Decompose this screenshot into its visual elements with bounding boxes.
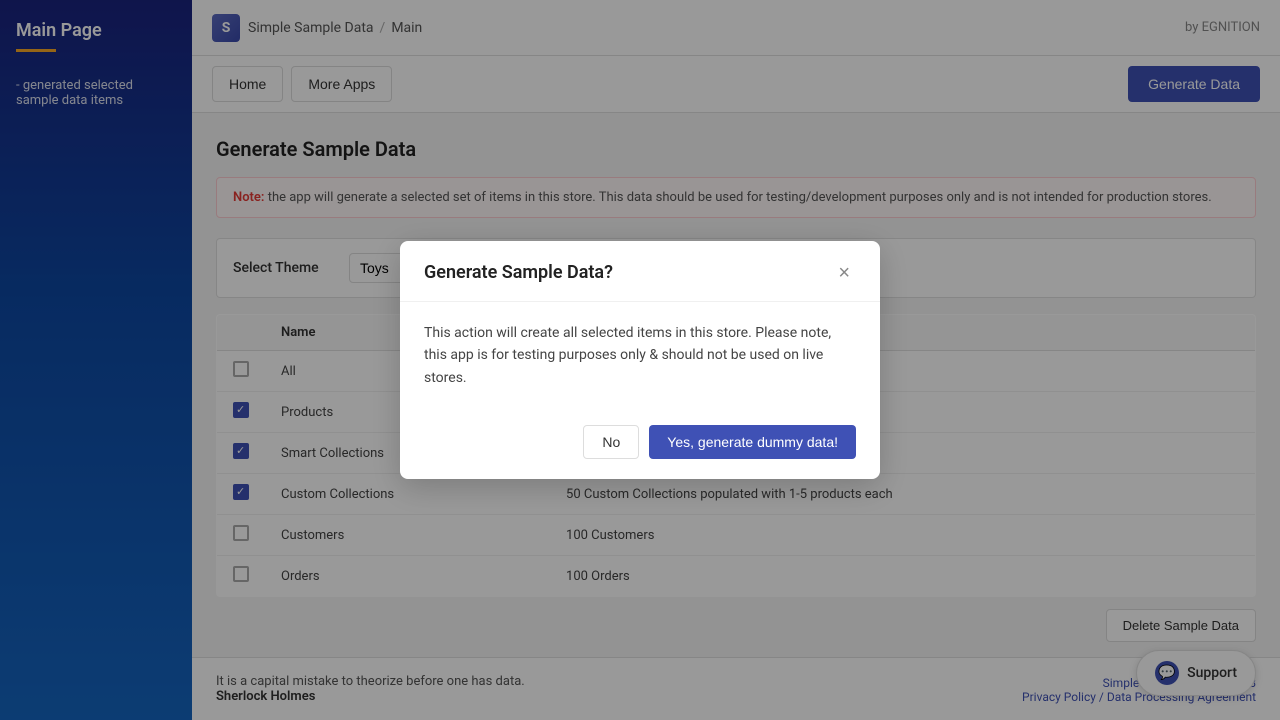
modal-close-button[interactable]: × [832, 261, 856, 285]
modal-yes-button[interactable]: Yes, generate dummy data! [649, 425, 856, 459]
modal-body: This action will create all selected ite… [400, 302, 880, 409]
modal-title: Generate Sample Data? [424, 262, 613, 283]
modal-overlay[interactable]: Generate Sample Data? × This action will… [0, 0, 1280, 720]
modal-dialog: Generate Sample Data? × This action will… [400, 241, 880, 479]
modal-header: Generate Sample Data? × [400, 241, 880, 302]
modal-no-button[interactable]: No [583, 425, 639, 459]
modal-footer: No Yes, generate dummy data! [400, 409, 880, 479]
